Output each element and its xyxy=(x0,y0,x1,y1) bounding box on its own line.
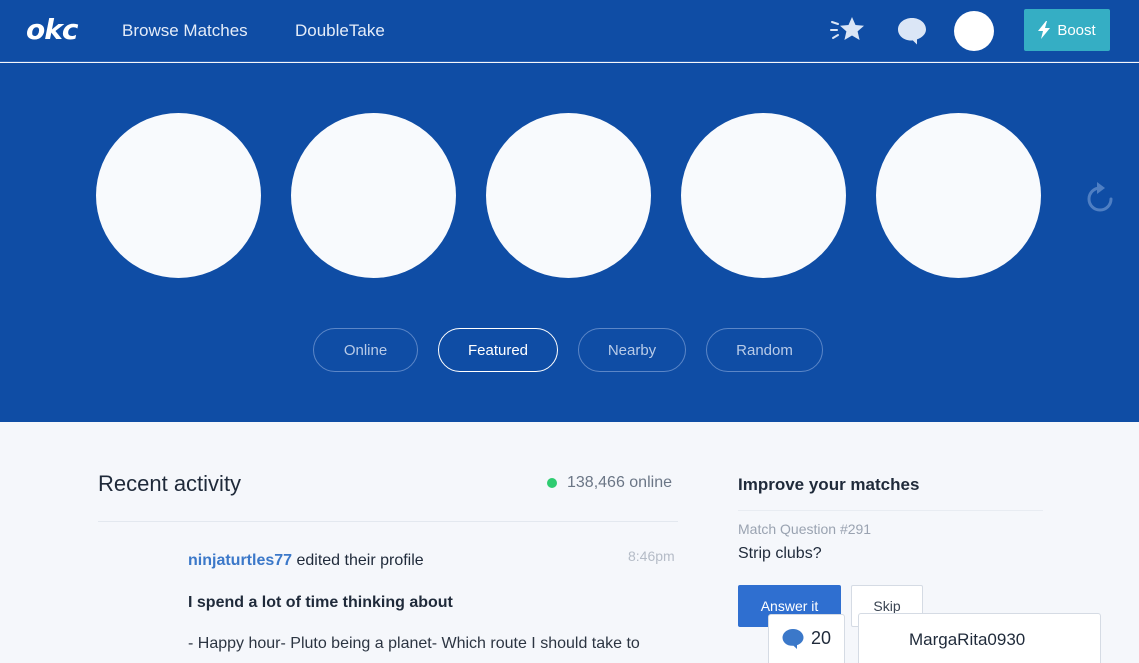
chat-bubble-icon[interactable] xyxy=(896,16,928,46)
match-photo[interactable] xyxy=(96,113,261,278)
chat-bubble-icon xyxy=(782,629,804,649)
online-status-dot xyxy=(547,478,557,488)
recent-activity-title: Recent activity xyxy=(98,471,242,496)
boost-label: Boost xyxy=(1057,21,1096,39)
match-photo[interactable] xyxy=(486,113,651,278)
match-photo[interactable] xyxy=(291,113,456,278)
activity-timestamp: 8:46pm xyxy=(628,548,675,564)
star-icon[interactable] xyxy=(830,14,866,46)
match-photo[interactable] xyxy=(876,113,1041,278)
activity-essay-heading: I spend a lot of time thinking about xyxy=(188,594,453,611)
nav-doubletake[interactable]: DoubleTake xyxy=(295,20,385,42)
filter-online-button[interactable]: Online xyxy=(313,328,418,372)
lightning-icon xyxy=(1038,21,1051,39)
okc-logo[interactable]: okc xyxy=(26,14,78,46)
boost-button[interactable]: Boost xyxy=(1024,9,1110,51)
filter-random-button[interactable]: Random xyxy=(706,328,823,372)
match-question-number: Match Question #291 xyxy=(738,521,872,537)
nav-browse-matches[interactable]: Browse Matches xyxy=(122,20,248,42)
top-nav-bar: okc Browse Matches DoubleTake Boost xyxy=(0,0,1139,62)
activity-username-link[interactable]: ninjaturtles77 xyxy=(188,552,292,569)
refresh-icon[interactable] xyxy=(1084,180,1116,214)
messages-counter[interactable]: 20 xyxy=(768,614,845,663)
divider xyxy=(98,521,678,522)
activity-summary: ninjaturtles77 edited their profile xyxy=(188,551,424,571)
filter-nearby-button[interactable]: Nearby xyxy=(578,328,686,372)
divider xyxy=(738,510,1043,511)
match-question-text: Strip clubs? xyxy=(738,545,822,562)
activity-essay-body: - Happy hour- Pluto being a planet- Whic… xyxy=(188,635,640,652)
online-count: 138,466 online xyxy=(567,474,672,491)
match-carousel: Online Featured Nearby Random xyxy=(0,63,1139,422)
chat-conversation-tab[interactable]: MargaRita0930 xyxy=(858,613,1101,663)
user-avatar[interactable] xyxy=(954,11,994,51)
activity-action: edited their profile xyxy=(292,552,424,569)
match-photo[interactable] xyxy=(681,113,846,278)
message-count: 20 xyxy=(811,628,832,648)
improve-matches-title: Improve your matches xyxy=(738,475,920,494)
filter-featured-button[interactable]: Featured xyxy=(438,328,558,372)
